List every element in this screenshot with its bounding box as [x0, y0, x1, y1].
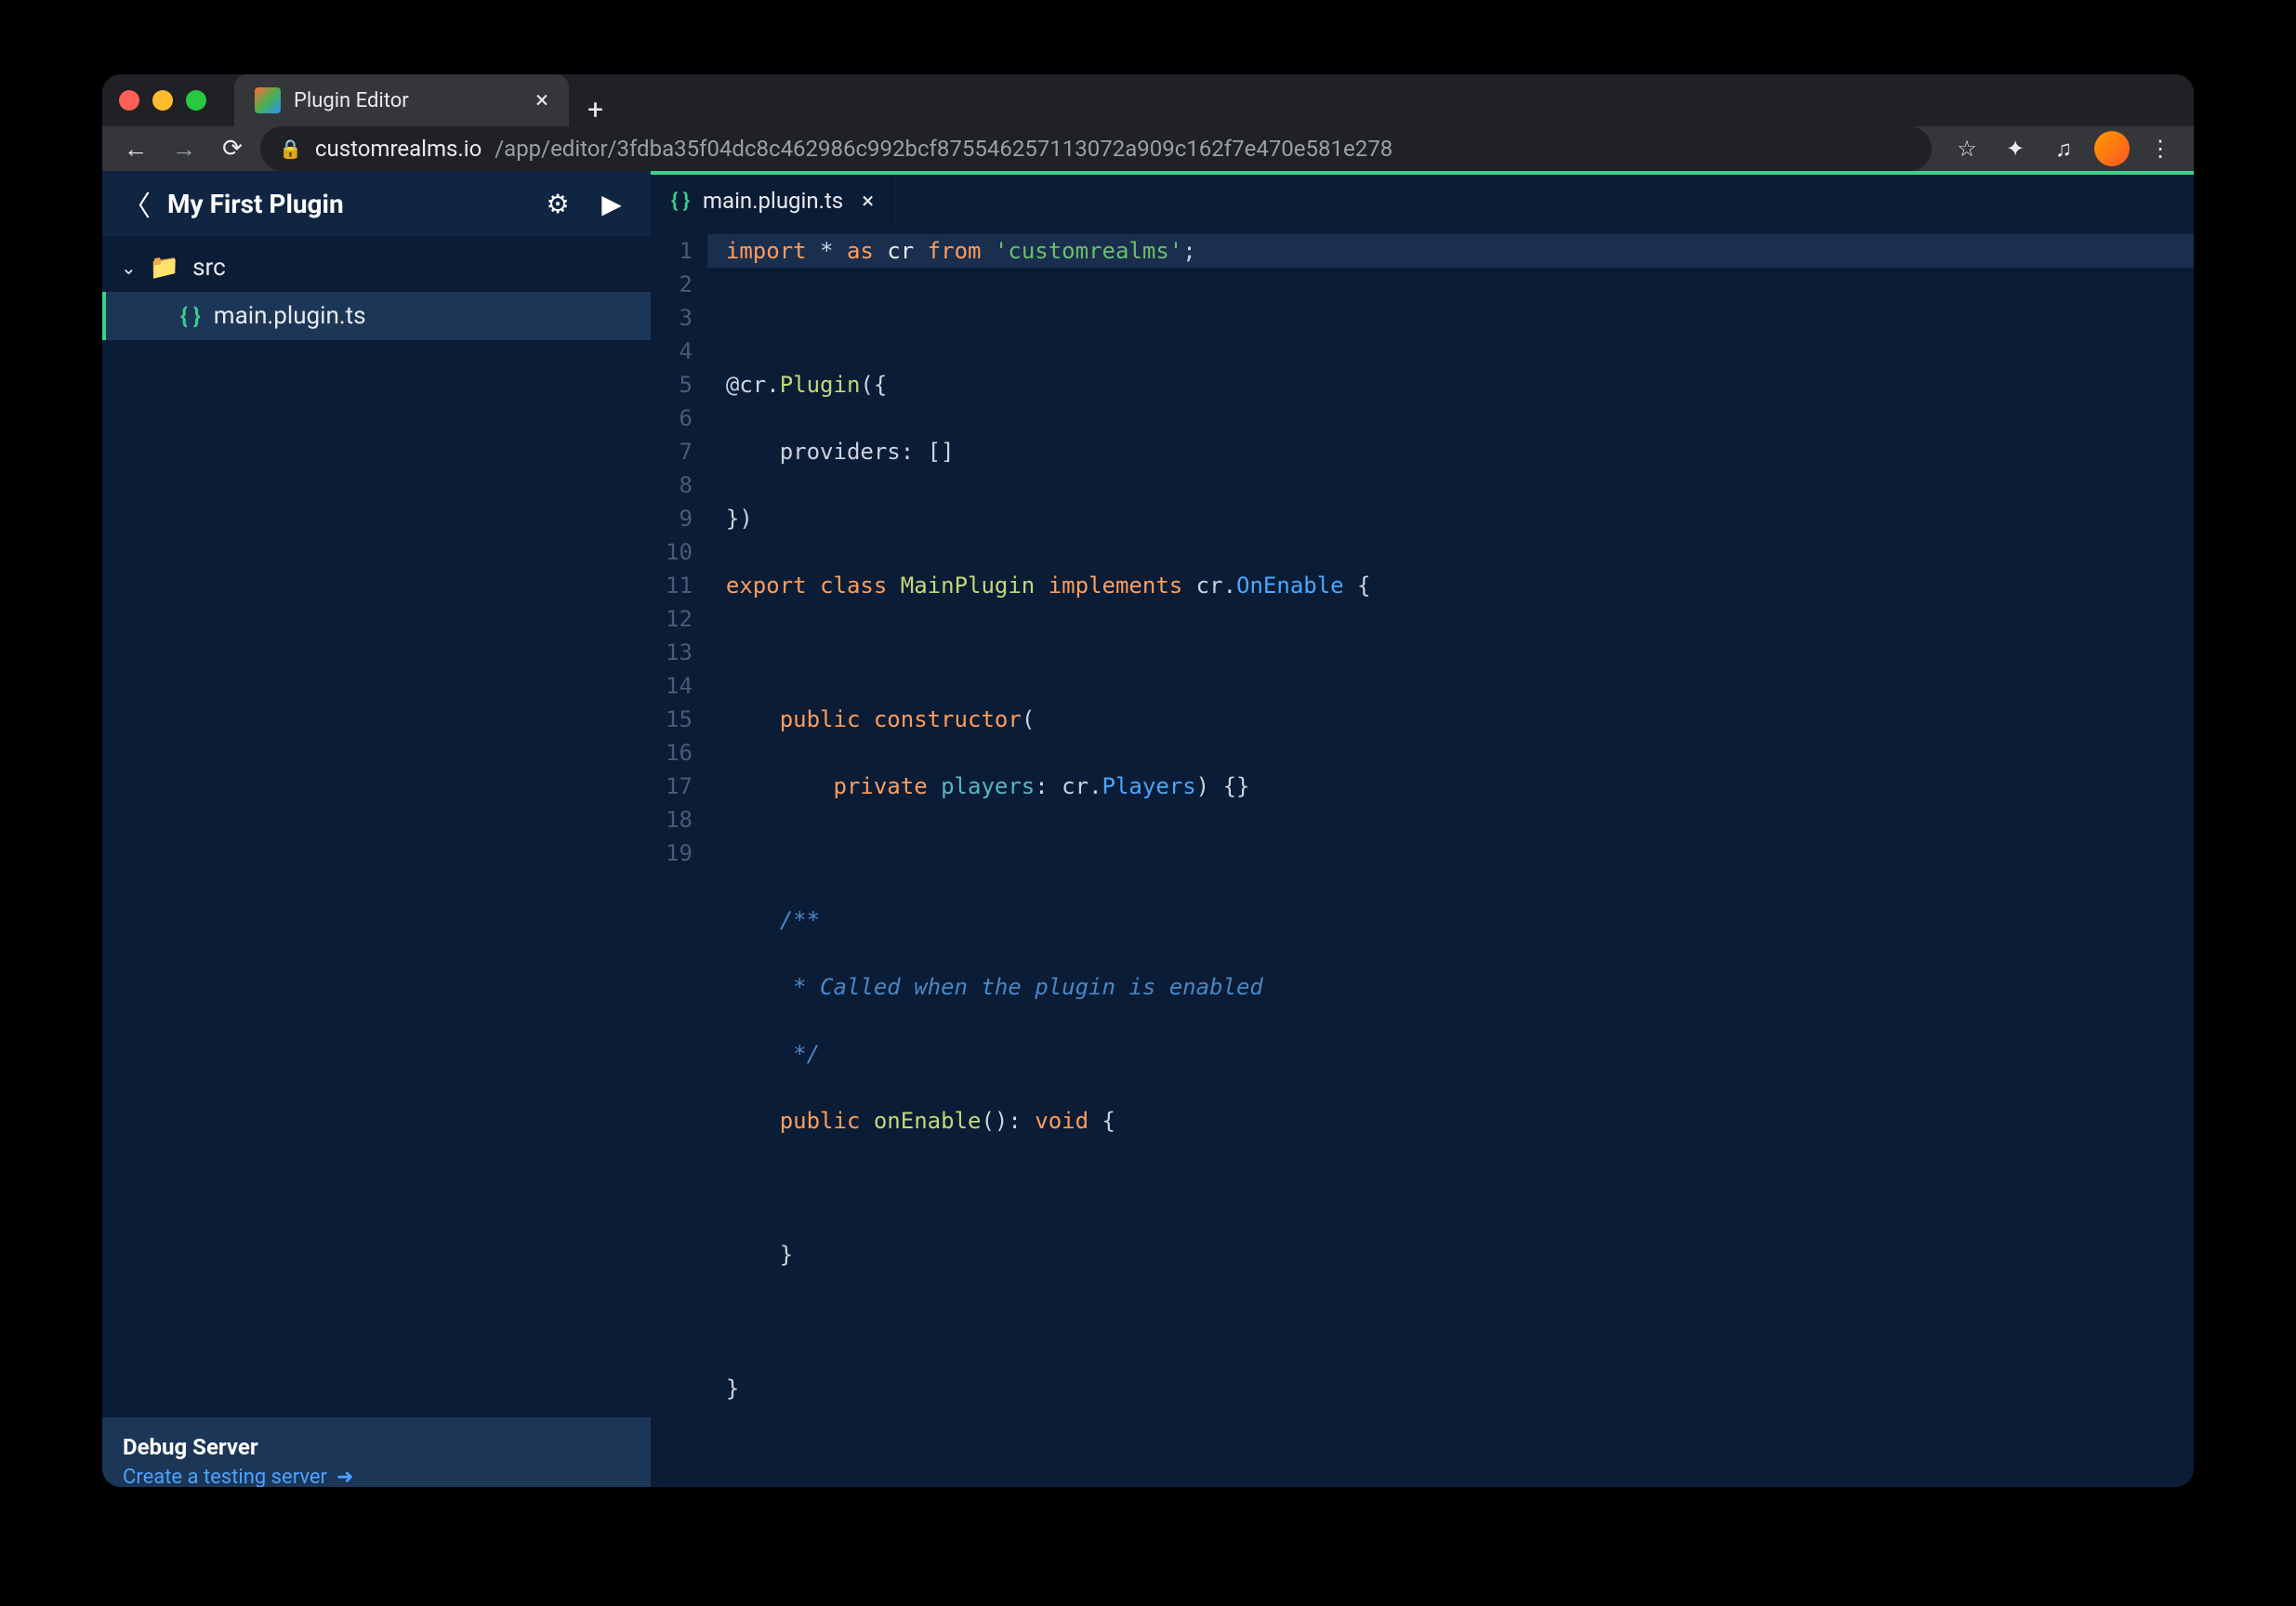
close-editor-tab-button[interactable]: × — [862, 188, 874, 214]
titlebar: Plugin Editor × + — [102, 74, 2194, 126]
url-host: customrealms.io — [315, 136, 482, 162]
settings-button[interactable]: ⚙ — [539, 189, 576, 219]
maximize-window-button[interactable] — [186, 90, 206, 111]
profile-avatar[interactable] — [2091, 128, 2132, 169]
browser-tab[interactable]: Plugin Editor × — [234, 74, 569, 126]
debug-title: Debug Server — [123, 1434, 630, 1460]
editor-area: { } main.plugin.ts × 1234567891011121314… — [651, 171, 2194, 1487]
url-path: /app/editor/3fdba35f04dc8c462986c992bcf8… — [495, 136, 1392, 162]
typescript-icon: { } — [180, 303, 201, 329]
browser-window: Plugin Editor × + ← → ⟳ 🔒 customrealms.i… — [102, 74, 2194, 1487]
app: 〈 My First Plugin ⚙ ▶ ⌄ 📁 src { } main.p… — [102, 171, 2194, 1487]
editor-tab[interactable]: { } main.plugin.ts × — [651, 175, 895, 227]
code-text[interactable]: import * as cr from 'customrealms'; @cr.… — [707, 227, 1371, 1487]
toolbar-actions: ☆ ✦ ♫ ⋮ — [1946, 128, 2181, 169]
folder-row[interactable]: ⌄ 📁 src — [102, 244, 651, 292]
editor-tabs: { } main.plugin.ts × — [651, 171, 2194, 227]
lock-icon: 🔒 — [279, 138, 302, 160]
reload-button[interactable]: ⟳ — [212, 128, 253, 169]
menu-icon[interactable]: ⋮ — [2140, 128, 2181, 169]
folder-label: src — [192, 254, 226, 282]
code-editor[interactable]: 12345678910111213141516171819 import * a… — [651, 227, 2194, 1487]
bookmark-icon[interactable]: ☆ — [1946, 128, 1987, 169]
tab-bar: Plugin Editor × + — [234, 74, 603, 126]
forward-button[interactable]: → — [164, 128, 205, 169]
editor-tab-label: main.plugin.ts — [703, 188, 843, 214]
window-controls — [119, 90, 206, 111]
chevron-down-icon: ⌄ — [121, 257, 137, 279]
arrow-icon: ➜ — [336, 1466, 353, 1487]
folder-icon: 📁 — [150, 254, 179, 282]
extensions-icon[interactable]: ✦ — [1995, 128, 2036, 169]
sidebar-header: 〈 My First Plugin ⚙ ▶ — [102, 171, 651, 236]
browser-toolbar: ← → ⟳ 🔒 customrealms.io/app/editor/3fdba… — [102, 126, 2194, 171]
media-icon[interactable]: ♫ — [2043, 128, 2084, 169]
create-server-label: Create a testing server — [123, 1466, 327, 1487]
minimize-window-button[interactable] — [152, 90, 173, 111]
close-window-button[interactable] — [119, 90, 139, 111]
back-icon[interactable]: 〈 — [123, 183, 151, 224]
favicon-icon — [255, 87, 281, 113]
back-button[interactable]: ← — [115, 128, 156, 169]
close-tab-button[interactable]: × — [535, 86, 548, 114]
typescript-icon: { } — [671, 190, 690, 213]
debug-panel: Debug Server Create a testing server ➜ — [102, 1417, 651, 1487]
run-button[interactable]: ▶ — [593, 189, 630, 219]
file-tree: ⌄ 📁 src { } main.plugin.ts — [102, 236, 651, 1417]
create-server-link[interactable]: Create a testing server ➜ — [123, 1466, 630, 1487]
file-label: main.plugin.ts — [214, 302, 366, 330]
tab-title: Plugin Editor — [294, 89, 409, 112]
sidebar: 〈 My First Plugin ⚙ ▶ ⌄ 📁 src { } main.p… — [102, 171, 651, 1487]
address-bar[interactable]: 🔒 customrealms.io/app/editor/3fdba35f04d… — [260, 126, 1932, 171]
file-row[interactable]: { } main.plugin.ts — [102, 292, 651, 340]
line-gutter: 12345678910111213141516171819 — [651, 227, 707, 1487]
new-tab-button[interactable]: + — [587, 94, 603, 126]
project-title: My First Plugin — [167, 189, 522, 219]
